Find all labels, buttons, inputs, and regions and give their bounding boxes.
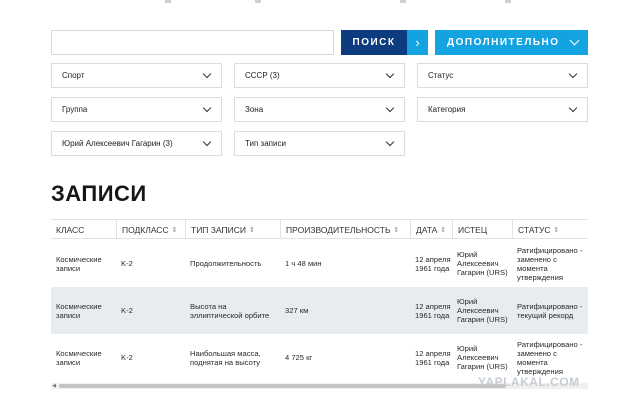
cell-subclass: K-2 bbox=[121, 259, 133, 268]
sort-icon: ⇕ bbox=[171, 226, 178, 234]
column-header-label: ПРОИЗВОДИТЕЛЬНОСТЬ bbox=[286, 224, 391, 235]
cell-type: Высота на эллиптической орбите bbox=[190, 301, 270, 320]
filter-label: Спорт bbox=[62, 71, 85, 80]
cell-status: Ратифицировано - текущий рекорд bbox=[517, 301, 583, 320]
column-header-label: КЛАСС bbox=[56, 224, 85, 235]
cell-claimant: Юрий Алексеевич Гагарин (URS) bbox=[457, 297, 508, 324]
advanced-button[interactable]: ДОПОЛНИТЕЛЬНО bbox=[435, 30, 588, 55]
chevron-down-icon bbox=[569, 35, 580, 46]
sort-icon: ⇕ bbox=[440, 226, 447, 234]
search-input[interactable] bbox=[51, 30, 334, 55]
scrollbar-thumb[interactable] bbox=[59, 384, 506, 388]
cell-class: Космические записи bbox=[56, 301, 102, 320]
filter-status[interactable]: Статус bbox=[417, 63, 588, 88]
filter-label: Юрий Алексеевич Гагарин (3) bbox=[62, 139, 173, 148]
table-header: КЛАСС ПОДКЛАСС ⇕ ТИП ЗАПИСИ ⇕ ПРОИЗВОДИТЕЛ… bbox=[51, 219, 588, 239]
filter-label: Группа bbox=[62, 105, 88, 114]
cell-date: 12 апреля 1961 года bbox=[415, 301, 451, 320]
cell-date: 12 апреля 1961 года bbox=[415, 254, 451, 273]
chevron-down-icon bbox=[568, 103, 578, 113]
filter-label: СССР (3) bbox=[245, 71, 280, 80]
cell-performance: 327 км bbox=[285, 306, 309, 315]
search-button-label: ПОИСК bbox=[352, 37, 396, 48]
filter-person[interactable]: Юрий Алексеевич Гагарин (3) bbox=[51, 131, 222, 156]
column-header-class[interactable]: КЛАСС bbox=[51, 220, 116, 239]
cell-type: Наибольшая масса, поднятая на высоту bbox=[190, 348, 261, 367]
chevron-down-icon bbox=[385, 137, 395, 147]
cell-class: Космические записи bbox=[56, 348, 102, 367]
column-header-performance[interactable]: ПРОИЗВОДИТЕЛЬНОСТЬ ⇕ bbox=[280, 220, 410, 239]
cell-status: Ратифицировано - заменено с момента утве… bbox=[517, 245, 583, 282]
cell-class: Космические записи bbox=[56, 254, 102, 273]
filter-country[interactable]: СССР (3) bbox=[234, 63, 405, 88]
column-header-type[interactable]: ТИП ЗАПИСИ ⇕ bbox=[185, 220, 280, 239]
top-strip bbox=[0, 0, 640, 4]
table-row[interactable]: Космические записи K-2 Наибольшая масса,… bbox=[51, 334, 588, 381]
chevron-down-icon bbox=[202, 103, 212, 113]
records-table: КЛАСС ПОДКЛАСС ⇕ ТИП ЗАПИСИ ⇕ ПРОИЗВОДИТЕЛ… bbox=[51, 219, 588, 381]
cell-performance: 1 ч 48 мин bbox=[285, 259, 322, 268]
filter-label: Зона bbox=[245, 105, 264, 114]
filter-label: Тип записи bbox=[245, 139, 286, 148]
chevron-down-icon bbox=[568, 69, 578, 79]
column-header-label: ДАТА bbox=[416, 224, 438, 235]
cell-claimant: Юрий Алексеевич Гагарин (URS) bbox=[457, 250, 508, 277]
table-row[interactable]: Космические записи K-2 Высота на эллипти… bbox=[51, 287, 588, 334]
column-header-claimant[interactable]: ИСТЕЦ bbox=[452, 220, 512, 239]
watermark-logo: YAPLAKAL.COM bbox=[478, 375, 580, 389]
chevron-down-icon bbox=[202, 69, 212, 79]
chevron-right-icon: › bbox=[415, 35, 420, 50]
cell-type: Продолжительность bbox=[190, 259, 262, 268]
chevron-down-icon bbox=[385, 69, 395, 79]
column-header-date[interactable]: ДАТА ⇕ bbox=[410, 220, 452, 239]
cell-performance: 4 725 кг bbox=[285, 353, 313, 362]
advanced-button-label: ДОПОЛНИТЕЛЬНО bbox=[447, 37, 560, 48]
search-button[interactable]: ПОИСК bbox=[341, 30, 407, 55]
triangle-left-icon[interactable]: ◀ bbox=[51, 383, 57, 389]
sort-icon: ⇕ bbox=[393, 226, 400, 234]
filter-group[interactable]: Группа bbox=[51, 97, 222, 122]
filter-sport[interactable]: Спорт bbox=[51, 63, 222, 88]
sort-icon: ⇕ bbox=[553, 226, 560, 234]
column-header-subclass[interactable]: ПОДКЛАСС ⇕ bbox=[116, 220, 185, 239]
filter-category[interactable]: Категория bbox=[417, 97, 588, 122]
chevron-down-icon bbox=[385, 103, 395, 113]
cell-date: 12 апреля 1961 года bbox=[415, 348, 451, 367]
sort-icon: ⇕ bbox=[248, 226, 255, 234]
chevron-down-icon bbox=[202, 137, 212, 147]
cell-subclass: K-2 bbox=[121, 306, 133, 315]
cell-subclass: K-2 bbox=[121, 353, 133, 362]
filter-record-type[interactable]: Тип записи bbox=[234, 131, 405, 156]
column-header-status[interactable]: СТАТУС ⇕ bbox=[512, 220, 588, 239]
column-header-label: ИСТЕЦ bbox=[458, 224, 488, 235]
filter-zone[interactable]: Зона bbox=[234, 97, 405, 122]
search-arrow-button[interactable]: › bbox=[407, 30, 428, 55]
page-title: ЗАПИСИ bbox=[51, 181, 147, 206]
filter-label: Статус bbox=[428, 71, 454, 80]
column-header-label: ТИП ЗАПИСИ bbox=[191, 224, 246, 235]
table-row[interactable]: Космические записи K-2 Продолжительность… bbox=[51, 240, 588, 287]
cell-claimant: Юрий Алексеевич Гагарин (URS) bbox=[457, 344, 508, 371]
column-header-label: СТАТУС bbox=[518, 224, 551, 235]
filter-label: Категория bbox=[428, 105, 466, 114]
column-header-label: ПОДКЛАСС bbox=[122, 224, 169, 235]
cell-status: Ратифицировано - заменено с момента утве… bbox=[517, 339, 583, 376]
